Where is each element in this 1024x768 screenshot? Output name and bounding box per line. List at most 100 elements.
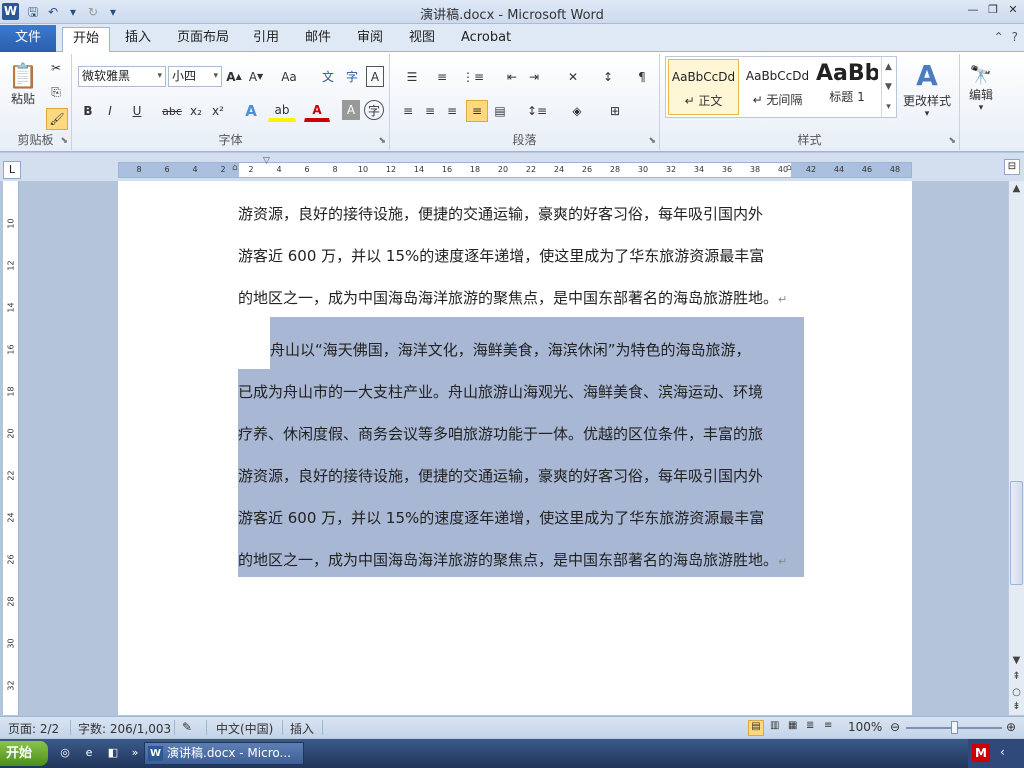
gallery-scroll[interactable]: ▲ ▼ ▾ xyxy=(881,57,895,117)
help-icon[interactable]: ? xyxy=(1012,30,1018,44)
scroll-up-icon[interactable]: ▲ xyxy=(1009,183,1024,194)
tab-page-layout[interactable]: 页面布局 xyxy=(167,27,239,52)
style-normal[interactable]: AaBbCcDd ↵ 正文 xyxy=(668,59,739,115)
tab-mailings[interactable]: 邮件 xyxy=(295,27,341,52)
word-count[interactable]: 字数: 206/1,003 xyxy=(78,720,171,737)
strikethrough-button[interactable]: abc xyxy=(160,100,184,122)
enclose-characters-icon[interactable]: 字 xyxy=(364,100,384,120)
language-indicator[interactable]: 中文(中国) xyxy=(216,720,273,737)
tab-file[interactable]: 文件 xyxy=(0,25,56,52)
align-left-icon[interactable]: ≡ xyxy=(398,100,418,122)
tab-references[interactable]: 引用 xyxy=(243,27,289,52)
increase-indent-icon[interactable]: ⇥ xyxy=(524,66,544,87)
browser-icon[interactable]: e xyxy=(80,744,98,762)
cut-icon[interactable]: ✂ xyxy=(46,58,66,78)
quick-launch-icon[interactable]: ◧ xyxy=(104,744,122,762)
tray-expand-icon[interactable]: ‹ xyxy=(1000,745,1005,759)
tab-view[interactable]: 视图 xyxy=(399,27,445,52)
page-indicator[interactable]: 页面: 2/2 xyxy=(8,720,59,737)
tray-app-icon[interactable]: M xyxy=(972,744,990,762)
vertical-scrollbar[interactable]: ▲ ▼ ⇞ ○ ⇟ xyxy=(1008,181,1024,715)
web-layout-icon[interactable]: ▦ xyxy=(788,720,797,731)
paragraph-dialog-launcher-icon[interactable]: ⬊ xyxy=(648,136,656,146)
previous-page-icon[interactable]: ⇞ xyxy=(1009,671,1024,682)
align-right-icon[interactable]: ≡ xyxy=(442,100,462,122)
start-button[interactable]: 开始 xyxy=(0,741,48,766)
zoom-level[interactable]: 100% xyxy=(848,720,882,734)
outline-icon[interactable]: ≣ xyxy=(806,720,814,731)
superscript-button[interactable]: x² xyxy=(208,100,228,122)
full-screen-reading-icon[interactable]: ▥ xyxy=(770,720,779,731)
format-painter-icon[interactable]: 🖌 xyxy=(46,108,68,130)
quick-launch-icon[interactable]: ◎ xyxy=(56,744,74,762)
tab-home[interactable]: 开始 xyxy=(62,27,111,52)
character-border-icon[interactable]: A xyxy=(366,66,384,87)
tab-insert[interactable]: 插入 xyxy=(115,27,161,52)
numbering-icon[interactable]: ≡ xyxy=(428,66,456,87)
right-indent-marker[interactable]: ⌂ xyxy=(786,163,792,173)
style-heading-1[interactable]: AaBb 标题 1 xyxy=(816,59,878,115)
scroll-thumb[interactable] xyxy=(1010,481,1023,585)
font-size-select[interactable]: 小四 ▾ xyxy=(168,66,222,87)
next-page-icon[interactable]: ⇟ xyxy=(1009,701,1024,712)
underline-button[interactable]: U xyxy=(124,100,150,122)
subscript-button[interactable]: x₂ xyxy=(186,100,206,122)
italic-button[interactable]: I xyxy=(100,100,120,122)
scroll-down-icon[interactable]: ▼ xyxy=(1009,655,1024,666)
change-case-button[interactable]: Aa xyxy=(276,66,302,87)
draft-icon[interactable]: ≡ xyxy=(824,720,832,731)
more-icon[interactable]: » xyxy=(126,744,144,762)
styles-dialog-launcher-icon[interactable]: ⬊ xyxy=(948,136,956,146)
taskbar-word-item[interactable]: W 演讲稿.docx - Micro... xyxy=(144,742,304,765)
paste-button[interactable]: 📋 粘贴 xyxy=(6,56,40,112)
show-marks-icon[interactable]: ¶ xyxy=(632,66,652,87)
bold-button[interactable]: B xyxy=(78,100,98,122)
decrease-indent-icon[interactable]: ⇤ xyxy=(502,66,522,87)
vruler-tick: 26 xyxy=(6,554,16,565)
shading-icon[interactable]: ◈ xyxy=(562,100,592,122)
zoom-in-icon[interactable]: ⊕ xyxy=(1006,720,1016,734)
multilevel-list-icon[interactable]: ⋮≡ xyxy=(458,66,488,87)
character-shading-icon[interactable]: A xyxy=(342,100,360,120)
justify-icon[interactable]: ≡ xyxy=(466,100,488,122)
font-family-select[interactable]: 微软雅黑 ▾ xyxy=(78,66,166,87)
bullets-icon[interactable]: ☰ xyxy=(398,66,426,87)
restore-icon[interactable]: ❐ xyxy=(984,2,1002,18)
print-layout-icon[interactable]: ▤ xyxy=(748,720,764,736)
font-dialog-launcher-icon[interactable]: ⬊ xyxy=(378,136,386,146)
chinese-layout-icon[interactable]: ✕ xyxy=(558,66,588,87)
phonetic-guide-icon[interactable]: 文 xyxy=(318,66,338,87)
browse-object-icon[interactable]: ○ xyxy=(1009,687,1024,698)
view-ruler-icon[interactable]: ⊟ xyxy=(1004,159,1020,175)
font-color-icon[interactable]: A xyxy=(304,100,330,122)
line-spacing-icon[interactable]: ↕≡ xyxy=(522,100,552,122)
editing-button[interactable]: 🔭 编辑 ▾ xyxy=(962,56,1000,122)
highlight-icon[interactable]: ab xyxy=(268,100,296,122)
vertical-ruler[interactable]: 10 12 14 16 18 20 22 24 26 28 30 32 xyxy=(3,181,19,715)
dialog-launcher-icon[interactable]: ⬊ xyxy=(60,136,68,146)
close-icon[interactable]: ✕ xyxy=(1004,2,1022,18)
shrink-font-button[interactable]: A ▼ xyxy=(246,66,266,87)
hanging-indent-marker[interactable]: ⌂ xyxy=(232,163,238,173)
zoom-slider-thumb[interactable] xyxy=(951,721,958,734)
borders-icon[interactable]: ⊞ xyxy=(600,100,630,122)
insert-mode[interactable]: 插入 xyxy=(290,720,314,737)
copy-icon[interactable]: ⎘ xyxy=(46,82,66,102)
tab-review[interactable]: 审阅 xyxy=(347,27,393,52)
clear-format-icon[interactable]: 字 xyxy=(342,66,362,87)
collapse-ribbon-icon[interactable]: ⌃ xyxy=(994,30,1004,44)
distributed-icon[interactable]: ▤ xyxy=(490,100,510,122)
align-center-icon[interactable]: ≡ xyxy=(420,100,440,122)
sort-icon[interactable]: ↕ xyxy=(598,66,618,87)
style-no-spacing[interactable]: AaBbCcDd ↵ 无间隔 xyxy=(742,59,813,115)
first-line-indent-marker[interactable]: ▽ xyxy=(263,156,270,166)
grow-font-button[interactable]: A ▲ xyxy=(224,66,244,87)
zoom-out-icon[interactable]: ⊖ xyxy=(890,720,900,734)
proofing-icon[interactable]: ✎ xyxy=(182,720,192,734)
text-effects-icon[interactable]: A xyxy=(238,100,264,122)
minimize-icon[interactable]: — xyxy=(964,2,982,18)
document-page[interactable]: 游资源，良好的接待设施，便捷的交通运输，豪爽的好客习俗，每年吸引国内外 游客近 … xyxy=(118,181,912,715)
change-styles-button[interactable]: A 更改样式 ▾ xyxy=(900,56,954,122)
tab-acrobat[interactable]: Acrobat xyxy=(451,27,521,52)
tab-stop-selector[interactable]: L xyxy=(3,161,21,179)
